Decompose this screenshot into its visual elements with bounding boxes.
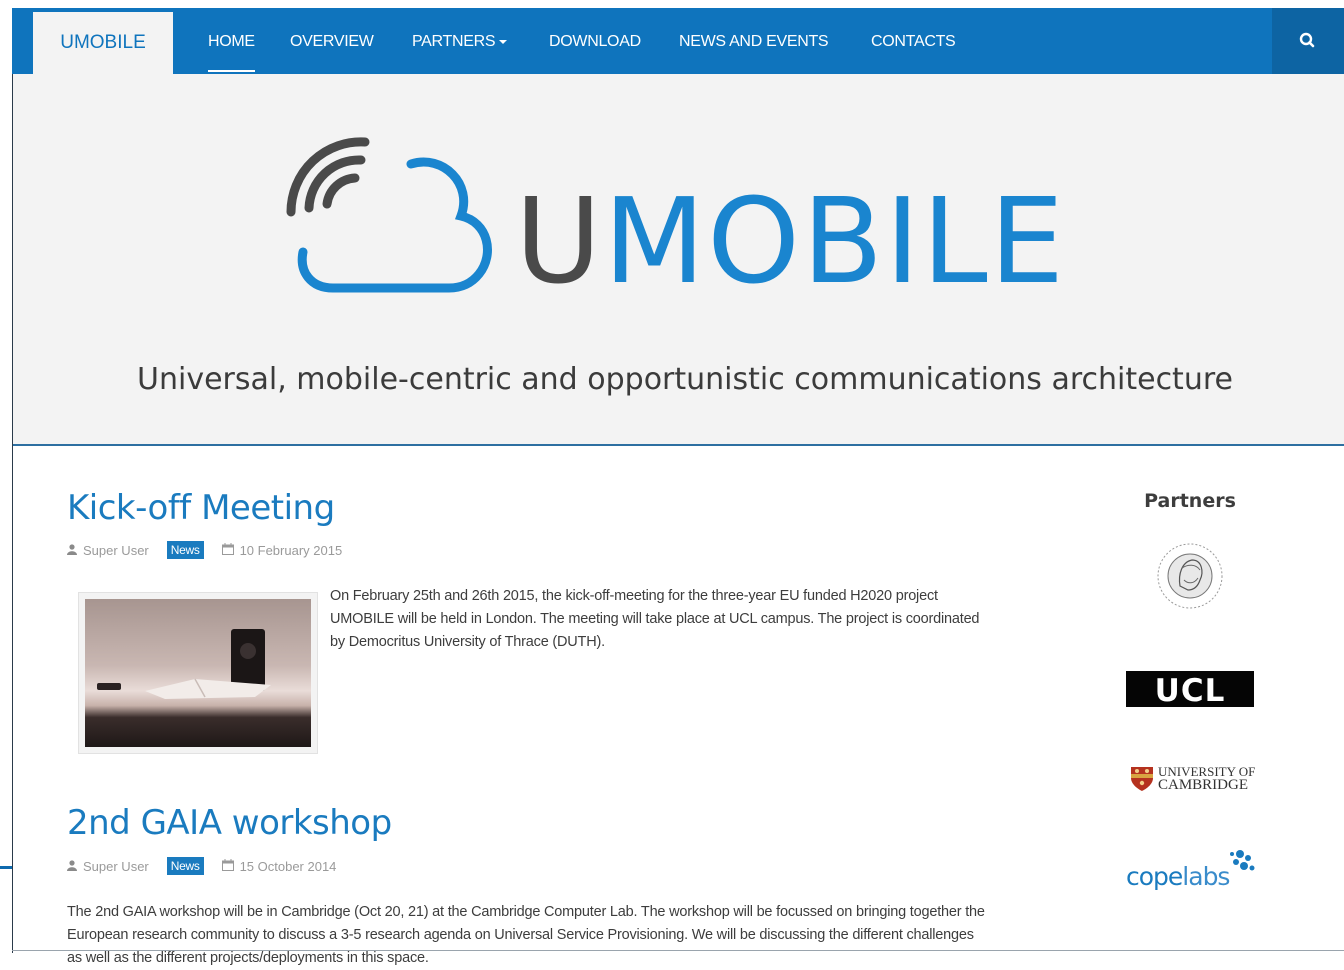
ucl-logo[interactable]: UCL bbox=[1126, 671, 1254, 709]
article-meta: Super User News 10 February 2015 bbox=[67, 541, 342, 559]
search-button[interactable] bbox=[1272, 8, 1344, 74]
article-title-gaia[interactable]: 2nd GAIA workshop bbox=[67, 803, 392, 843]
main-navbar: UMOBILE HOME OVERVIEW PARTNERS DOWNLOAD … bbox=[12, 8, 1344, 74]
window-edge-accent bbox=[0, 866, 12, 869]
article-author: Super User bbox=[83, 542, 149, 558]
hero-tagline: Universal, mobile-centric and opportunis… bbox=[137, 362, 1233, 397]
window-bottom-border bbox=[12, 950, 1344, 951]
article-date: 10 February 2015 bbox=[239, 542, 343, 558]
cambridge-crest-icon bbox=[1131, 767, 1153, 791]
hero-banner: UMOBILE Universal, mobile-centric and op… bbox=[13, 74, 1344, 446]
nav-partners[interactable]: PARTNERS bbox=[412, 8, 508, 74]
brand-link[interactable]: UMOBILE bbox=[33, 12, 173, 74]
cambridge-line2: CAMBRIDGE bbox=[1158, 777, 1249, 793]
category-badge[interactable]: News bbox=[166, 857, 204, 875]
sidebar-partners-title: Partners bbox=[1144, 490, 1236, 512]
ucl-logo-text: UCL bbox=[1154, 673, 1226, 709]
copelabs-bold: cope bbox=[1126, 862, 1183, 891]
article-thumbnail[interactable] bbox=[78, 592, 318, 754]
search-icon bbox=[1299, 32, 1315, 48]
copelabs-light: labs bbox=[1182, 862, 1230, 891]
article-body: On February 25th and 26th 2015, the kick… bbox=[330, 588, 980, 650]
calendar-icon bbox=[221, 858, 234, 874]
desk-photo bbox=[85, 599, 311, 747]
nav-overview[interactable]: OVERVIEW bbox=[290, 8, 374, 74]
article-date: 15 October 2014 bbox=[239, 858, 337, 874]
nav-partners-label: PARTNERS bbox=[412, 33, 496, 50]
copelabs-logo[interactable]: copelabs bbox=[1126, 862, 1230, 891]
copelabs-dots-icon bbox=[1230, 850, 1255, 871]
umobile-logo-text: UMOBILE bbox=[515, 172, 1067, 310]
calendar-icon bbox=[221, 542, 234, 558]
user-icon bbox=[67, 543, 77, 558]
category-badge[interactable]: News bbox=[166, 541, 204, 559]
article-meta: Super User News 15 October 2014 bbox=[67, 857, 336, 875]
user-icon bbox=[67, 859, 77, 874]
nav-download[interactable]: DOWNLOAD bbox=[549, 8, 641, 74]
cloud-wifi-logo-icon bbox=[286, 137, 492, 293]
article-title-kickoff[interactable]: Kick-off Meeting bbox=[67, 488, 335, 528]
nav-contacts[interactable]: CONTACTS bbox=[871, 8, 956, 74]
caret-down-icon bbox=[499, 39, 508, 44]
cambridge-logo[interactable]: UNIVERSITY OF CAMBRIDGE bbox=[1158, 765, 1255, 793]
article-author: Super User bbox=[83, 858, 149, 874]
duth-seal-logo[interactable] bbox=[1148, 538, 1232, 614]
nav-news-and-events[interactable]: NEWS AND EVENTS bbox=[679, 8, 829, 74]
article-body: The 2nd GAIA workshop will be in Cambrid… bbox=[67, 904, 985, 966]
nav-home[interactable]: HOME bbox=[208, 8, 255, 74]
